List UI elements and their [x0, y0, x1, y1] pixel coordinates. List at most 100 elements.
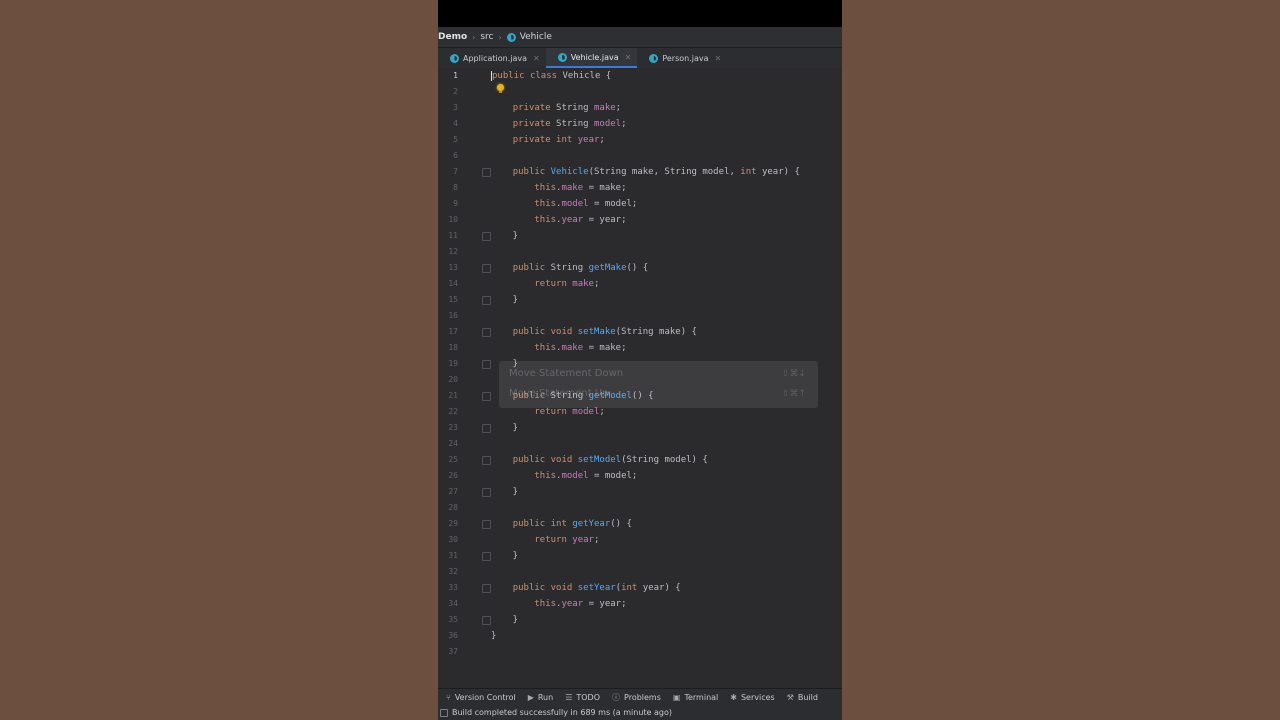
breadcrumb-class-label: Vehicle [519, 32, 552, 42]
fold-icon[interactable] [482, 392, 491, 401]
code-line: private String model; [512, 119, 627, 129]
breadcrumb-src[interactable]: src [480, 32, 493, 42]
toolwindow-label: Problems [624, 693, 661, 702]
line-number: 10 [448, 215, 458, 224]
class-icon [450, 53, 459, 63]
fold-icon[interactable] [482, 424, 491, 433]
line-number: 35 [448, 615, 458, 624]
close-icon[interactable]: ✕ [715, 54, 722, 63]
toolwindow-version-control[interactable]: ⑂ Version Control [446, 693, 516, 702]
popup-move-up[interactable]: Move Statement Up [509, 388, 608, 399]
fold-icon[interactable] [482, 488, 491, 497]
fold-icon[interactable] [482, 264, 491, 273]
line-number: 16 [448, 311, 458, 320]
toolwindow-services[interactable]: ✱ Services [730, 693, 774, 702]
line-number: 1 [453, 71, 458, 80]
tab-label: Person.java [662, 53, 709, 63]
code-line: } [491, 231, 519, 241]
lightbulb-icon[interactable] [497, 84, 504, 93]
popup-shortcut: ⇧⌘↑ [781, 389, 806, 399]
code-line: public void setMake(String make) { [512, 327, 697, 337]
code-line: } [491, 551, 519, 561]
toolwindow-label: Terminal [684, 693, 719, 702]
tool-window-bar: ⑂ Version Control ▶ Run ☰ TODO ⓘ Problem… [438, 688, 842, 706]
ide-window: Demo › src › Vehicle Application.java ✕ … [438, 0, 842, 720]
toolwindow-problems[interactable]: ⓘ Problems [612, 692, 661, 703]
close-icon[interactable]: ✕ [625, 53, 632, 62]
code-line: this.model = model; [534, 471, 638, 481]
tab-label: Vehicle.java [570, 52, 619, 62]
tab-vehicle[interactable]: Vehicle.java ✕ [545, 48, 638, 68]
todo-icon: ☰ [565, 693, 573, 702]
code-line: } [491, 423, 519, 433]
toolwindow-build[interactable]: ⚒ Build [787, 693, 818, 702]
terminal-icon: ▣ [672, 693, 681, 702]
status-text: Build completed successfully in 689 ms (… [452, 708, 672, 717]
breadcrumb-class[interactable]: Vehicle [506, 32, 552, 42]
toolwindow-run[interactable]: ▶ Run [528, 693, 554, 702]
code-line: public class Vehicle { [491, 71, 612, 81]
background-right [842, 0, 1280, 720]
line-number: 14 [448, 279, 458, 288]
toolwindow-todo[interactable]: ☰ TODO [565, 693, 600, 702]
code-line: } [491, 615, 519, 625]
status-icon[interactable] [440, 709, 448, 717]
breadcrumb-project[interactable]: Demo [438, 32, 467, 42]
code-line: public void setModel(String model) { [512, 455, 708, 465]
tab-application[interactable]: Application.java ✕ [438, 48, 546, 68]
code-line: public int getYear() { [512, 519, 632, 529]
line-number: 13 [448, 263, 458, 272]
code-editor[interactable]: 1 2 3 4 5 6 7 8 9 10 11 12 13 14 15 16 1… [438, 68, 842, 688]
code-line: private int year; [512, 135, 605, 145]
fold-icon[interactable] [482, 328, 491, 337]
fold-icon[interactable] [482, 616, 491, 625]
close-icon[interactable]: ✕ [533, 54, 540, 63]
line-number: 9 [453, 199, 458, 208]
status-bar: Build completed successfully in 689 ms (… [438, 705, 842, 720]
run-icon: ▶ [527, 693, 534, 702]
code-line: public Vehicle(String make, String model… [512, 167, 800, 177]
line-number: 20 [448, 375, 458, 384]
line-number: 25 [448, 455, 458, 464]
line-number: 19 [448, 359, 458, 368]
class-icon [649, 53, 659, 63]
toolwindow-terminal[interactable]: ▣ Terminal [673, 693, 718, 702]
top-black-bar [438, 0, 842, 27]
popup-move-down[interactable]: Move Statement Down [509, 368, 623, 379]
fold-icon[interactable] [482, 296, 491, 305]
code-line: return make; [534, 279, 600, 289]
code-line: this.make = make; [534, 343, 627, 353]
line-number-gutter: 1 2 3 4 5 6 7 8 9 10 11 12 13 14 15 16 1… [438, 68, 491, 688]
line-number: 11 [448, 231, 458, 240]
toolwindow-label: Run [537, 693, 554, 702]
code-line: this.year = year; [534, 215, 627, 225]
code-line: } [491, 631, 497, 641]
version-control-icon: ⑂ [446, 693, 451, 702]
line-number: 29 [448, 519, 458, 528]
fold-icon[interactable] [482, 520, 491, 529]
toolwindow-label: Services [740, 693, 775, 702]
line-number: 8 [453, 183, 458, 192]
code-line: public String getMake() { [512, 263, 649, 273]
fold-icon[interactable] [482, 232, 491, 241]
tab-person[interactable]: Person.java ✕ [637, 48, 727, 68]
class-icon [557, 52, 567, 62]
toolwindow-label: Build [797, 693, 818, 702]
line-number: 32 [448, 567, 458, 576]
code-line: return year; [534, 535, 600, 545]
line-number: 22 [448, 407, 458, 416]
fold-icon[interactable] [482, 168, 491, 177]
line-number: 33 [448, 583, 458, 592]
line-number: 30 [448, 535, 458, 544]
fold-icon[interactable] [482, 360, 491, 369]
breadcrumb: Demo › src › Vehicle [438, 27, 842, 48]
fold-icon[interactable] [482, 584, 491, 593]
line-number: 3 [453, 103, 458, 112]
code-line: this.model = model; [534, 199, 638, 209]
toolwindow-label: TODO [576, 693, 601, 702]
line-number: 28 [448, 503, 458, 512]
fold-icon[interactable] [482, 552, 491, 561]
editor-tabs: Application.java ✕ Vehicle.java ✕ Person… [438, 48, 842, 69]
fold-icon[interactable] [482, 456, 491, 465]
background-left [0, 0, 438, 720]
